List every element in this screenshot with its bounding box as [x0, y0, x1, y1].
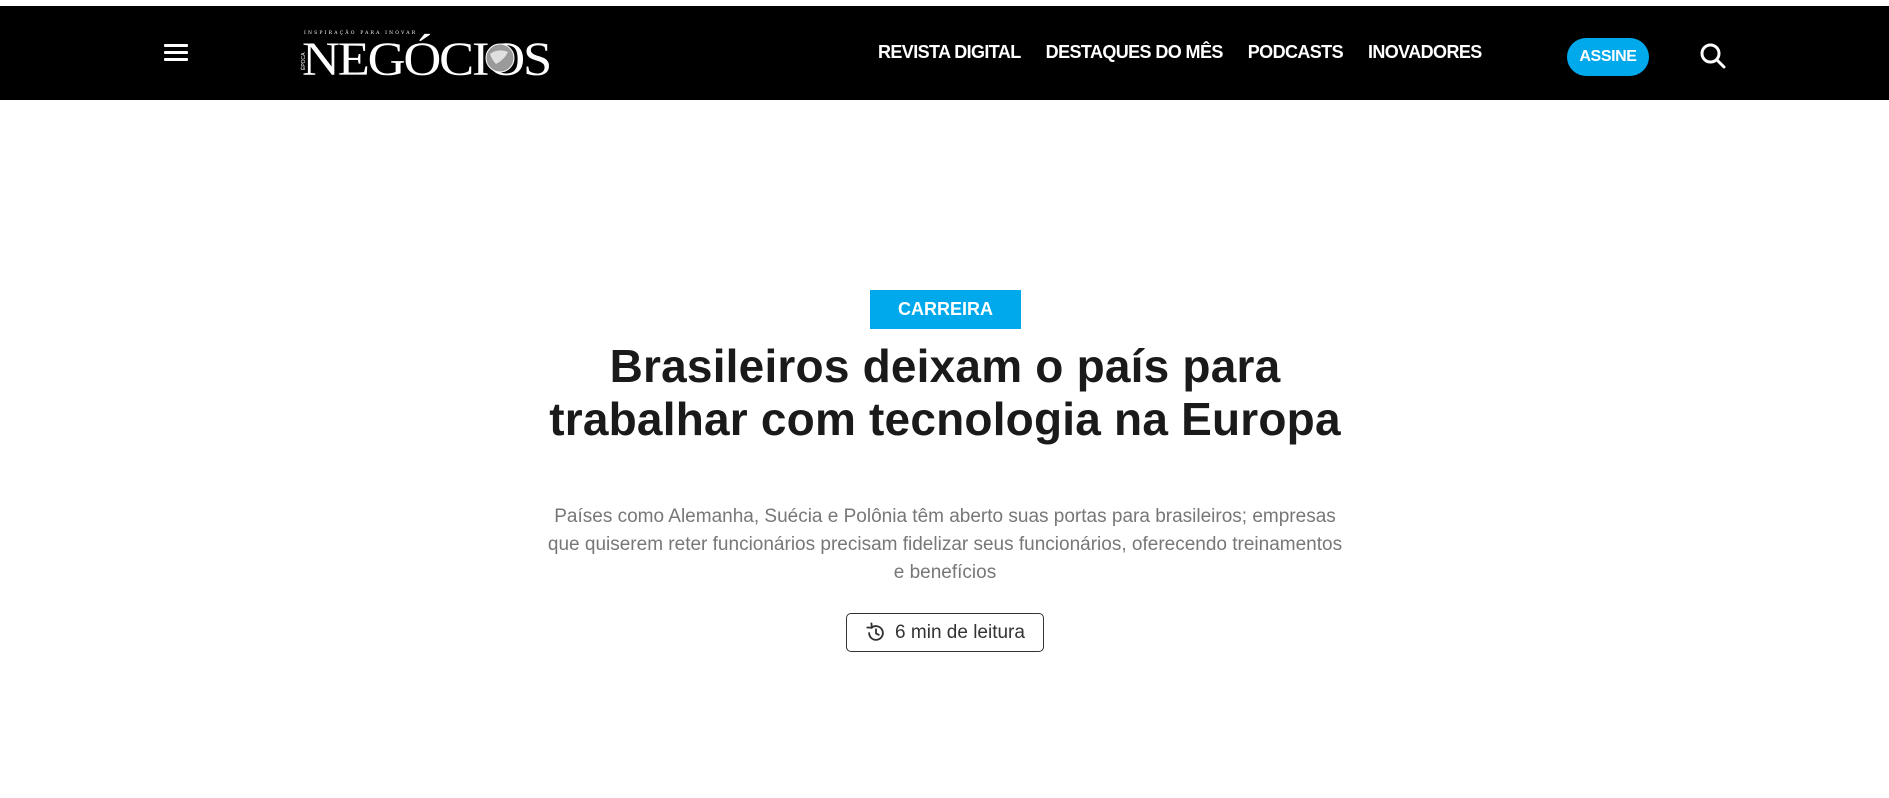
nav-link-inovadores[interactable]: INOVADORES: [1368, 42, 1482, 63]
site-logo-graphic: INSPIRAÇÃO PARA INOVAR ÉPOCA NEGÓCIOS: [300, 28, 552, 82]
hamburger-icon-line-3: [164, 58, 188, 61]
globe-icon: [485, 43, 515, 73]
top-navbar: INSPIRAÇÃO PARA INOVAR ÉPOCA NEGÓCIOS RE…: [0, 6, 1889, 100]
hamburger-icon-line-1: [164, 44, 188, 47]
article-headline: Brasileiros deixam o país para trabalhar…: [549, 340, 1341, 445]
menu-button[interactable]: [163, 42, 191, 64]
main-nav: REVISTA DIGITAL DESTAQUES DO MÊS PODCAST…: [878, 42, 1507, 63]
hamburger-icon-line-2: [164, 51, 188, 54]
read-time-badge: 6 min de leitura: [846, 613, 1044, 652]
history-clock-icon: [865, 621, 887, 644]
nav-link-destaques-do-mes[interactable]: DESTAQUES DO MÊS: [1046, 42, 1224, 63]
search-button[interactable]: [1699, 42, 1727, 70]
article-subtitle: Países como Alemanha, Suécia e Polônia t…: [547, 506, 1343, 583]
category-tag[interactable]: CARREIRA: [870, 290, 1021, 329]
read-time-label: 6 min de leitura: [895, 621, 1025, 643]
nav-link-podcasts[interactable]: PODCASTS: [1248, 42, 1344, 63]
search-icon: [1700, 43, 1726, 69]
nav-link-revista-digital[interactable]: REVISTA DIGITAL: [878, 42, 1021, 63]
subscribe-button[interactable]: ASSINE: [1567, 38, 1649, 76]
site-logo[interactable]: INSPIRAÇÃO PARA INOVAR ÉPOCA NEGÓCIOS: [298, 28, 558, 82]
